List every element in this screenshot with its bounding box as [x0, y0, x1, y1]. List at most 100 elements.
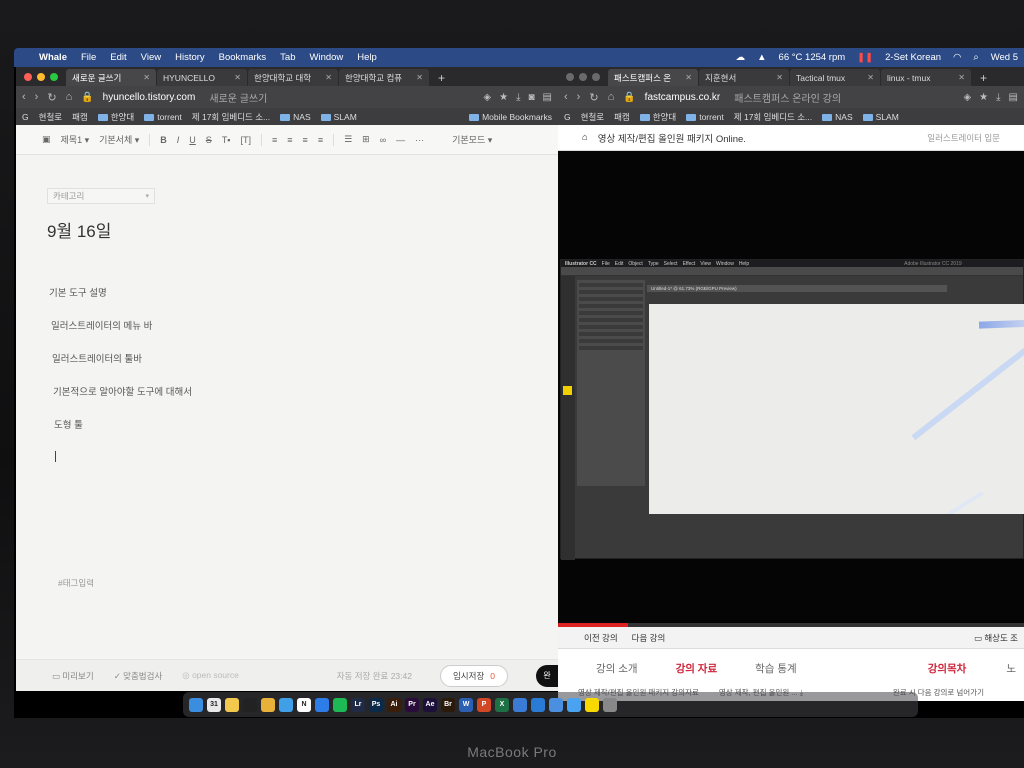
list-icon[interactable]: ☰ — [344, 134, 352, 145]
link-icon[interactable]: ∞ — [380, 135, 386, 145]
bookmark-item[interactable]: 제 17회 임베디드 소... — [734, 111, 812, 123]
excel-icon[interactable]: X — [495, 697, 509, 712]
download-icon[interactable]: ⤓ — [516, 92, 520, 103]
close-window-button[interactable] — [566, 72, 574, 81]
notes-icon[interactable] — [225, 697, 239, 712]
more-icon[interactable]: ··· — [415, 135, 424, 145]
word-icon[interactable]: W — [459, 697, 473, 712]
draft-button[interactable]: 임시저장 0 — [439, 664, 508, 687]
editor-body[interactable]: 카테고리 ▾ 9월 16일 기본 도구 설명 일러스트레이터의 메뉴 바 일러스트… — [16, 155, 558, 641]
bookmark-item[interactable]: 현철로 — [39, 111, 62, 123]
bookmark-item[interactable]: 패캠 — [72, 111, 88, 123]
sidebar-icon[interactable]: ▤ — [543, 92, 552, 103]
minimize-window-button[interactable] — [37, 72, 45, 81]
tab-material[interactable]: 강의 자료 — [676, 661, 718, 676]
video-player[interactable]: Illustrator CC File Edit Object Type Sel… — [558, 151, 1024, 627]
mail-icon[interactable] — [567, 697, 581, 712]
photoshop-icon[interactable]: Ps — [369, 697, 383, 712]
spellcheck-button[interactable]: ✓ 맞춤법검사 — [114, 670, 163, 682]
font-select[interactable]: 기본서체 ▾ — [99, 133, 139, 146]
reload-icon[interactable]: ↻ — [47, 91, 56, 104]
text-color-icon[interactable]: T▪ — [222, 135, 231, 145]
open-source-link[interactable]: ◎ open source — [182, 670, 239, 681]
clock[interactable]: Wed 5 — [991, 52, 1018, 63]
close-tab-icon[interactable]: ✕ — [143, 73, 150, 82]
home-icon[interactable]: ⌂ — [582, 132, 588, 143]
underline-icon[interactable]: U — [189, 135, 196, 145]
bookmark-folder[interactable]: 한양대 — [639, 111, 676, 123]
image-icon[interactable]: ▣ — [42, 134, 51, 145]
calendar-icon[interactable]: 31 — [207, 697, 221, 712]
video-progress-bar[interactable] — [558, 623, 1024, 627]
bookmark-item[interactable]: 제 17회 임베디드 소... — [192, 111, 270, 123]
bookmark-folder[interactable]: torrent — [686, 112, 724, 122]
tab-hyuncello[interactable]: HYUNCELLO ✕ — [157, 69, 247, 86]
spotify-icon[interactable] — [333, 697, 347, 712]
tab-jihoon[interactable]: 지훈현서 ✕ — [699, 69, 789, 86]
bookmark-google[interactable]: G — [564, 112, 571, 122]
mobile-bookmarks[interactable]: Mobile Bookmarks — [469, 112, 552, 122]
finder-icon[interactable] — [189, 697, 203, 712]
table-icon[interactable]: ⊞ — [362, 134, 370, 145]
chrome-icon[interactable] — [261, 697, 275, 712]
menu-file[interactable]: File — [74, 52, 103, 63]
home-icon[interactable]: ⌂ — [608, 91, 615, 103]
tab-new-post[interactable]: 새로운 글쓰기 ✕ — [66, 69, 156, 86]
close-tab-icon[interactable]: ✕ — [416, 73, 423, 82]
keynote-icon[interactable] — [513, 697, 527, 712]
bookmark-google[interactable]: G — [22, 112, 29, 122]
bookmark-folder[interactable]: NAS — [822, 112, 853, 122]
post-title[interactable]: 9월 16일 — [47, 217, 111, 242]
menu-tab[interactable]: Tab — [273, 52, 302, 63]
bookmark-folder[interactable]: NAS — [280, 112, 311, 122]
whale-icon[interactable] — [279, 697, 293, 712]
shield-icon[interactable]: ◈ — [963, 92, 971, 103]
close-tab-icon[interactable]: ✕ — [958, 73, 965, 82]
close-tab-icon[interactable]: ✕ — [685, 73, 692, 82]
kakaotalk-icon[interactable] — [585, 697, 599, 712]
sidebar-icon[interactable]: ▤ — [1009, 92, 1018, 103]
category-select[interactable]: 카테고리 ▾ — [47, 188, 155, 204]
url-text[interactable]: hyuncello.tistory.com — [103, 92, 196, 103]
quality-button[interactable]: ▭ 해상도 조 — [974, 632, 1024, 644]
app-store-icon[interactable] — [315, 697, 329, 712]
bookmark-item[interactable]: 현철로 — [581, 111, 604, 123]
url-text[interactable]: fastcampus.co.kr — [645, 92, 721, 103]
new-tab-button[interactable]: + — [972, 69, 995, 86]
tab-intro[interactable]: 강의 소개 — [596, 661, 638, 676]
drive-icon[interactable]: ▲ — [757, 52, 766, 63]
premiere-icon[interactable]: Pr — [405, 697, 419, 712]
camera-icon[interactable]: ◙ — [529, 92, 535, 103]
next-lesson-button[interactable]: 다음 강의 — [632, 632, 666, 644]
menu-edit[interactable]: Edit — [103, 52, 133, 63]
publish-button[interactable]: 완 — [536, 664, 558, 687]
cloud-icon[interactable]: ☁ — [736, 52, 746, 63]
tab-linux-tmux[interactable]: linux - tmux ✕ — [881, 69, 971, 86]
align-center-icon[interactable]: ≡ — [287, 135, 292, 145]
forward-icon[interactable]: › — [577, 91, 581, 103]
body-line[interactable]: 일러스트레이터의 메뉴 바 — [51, 318, 152, 332]
body-line[interactable]: 기본적으로 알아야할 도구에 대해서 — [53, 384, 192, 398]
tab-toc[interactable]: 강의목차 — [928, 661, 967, 676]
close-tab-icon[interactable]: ✕ — [867, 73, 874, 82]
bookmark-folder[interactable]: SLAM — [320, 112, 357, 122]
new-tab-button[interactable]: + — [430, 69, 453, 86]
back-icon[interactable]: ‹ — [564, 91, 568, 103]
close-window-button[interactable] — [24, 72, 32, 81]
powerpoint-icon[interactable]: P — [477, 697, 491, 712]
illustrator-icon[interactable]: Ai — [387, 697, 401, 712]
strike-icon[interactable]: S — [206, 135, 212, 145]
close-tab-icon[interactable]: ✕ — [325, 73, 332, 82]
download-icon[interactable]: ⤓ — [996, 92, 1000, 103]
tab-notes[interactable]: 노 — [1006, 661, 1016, 676]
align-left-icon[interactable]: ≡ — [272, 135, 277, 145]
bridge-icon[interactable]: Br — [441, 697, 455, 712]
menu-bookmarks[interactable]: Bookmarks — [212, 52, 274, 63]
body-line[interactable]: 일러스트레이터의 툴바 — [52, 351, 142, 365]
hr-icon[interactable]: — — [396, 135, 405, 145]
notion-icon[interactable]: N — [297, 697, 311, 712]
menu-view[interactable]: View — [134, 52, 168, 63]
zoom-window-button[interactable] — [50, 72, 58, 81]
temperature-readout[interactable]: 66 °C 1254 rpm — [779, 52, 846, 63]
body-line[interactable]: 기본 도구 설명 — [49, 285, 107, 299]
